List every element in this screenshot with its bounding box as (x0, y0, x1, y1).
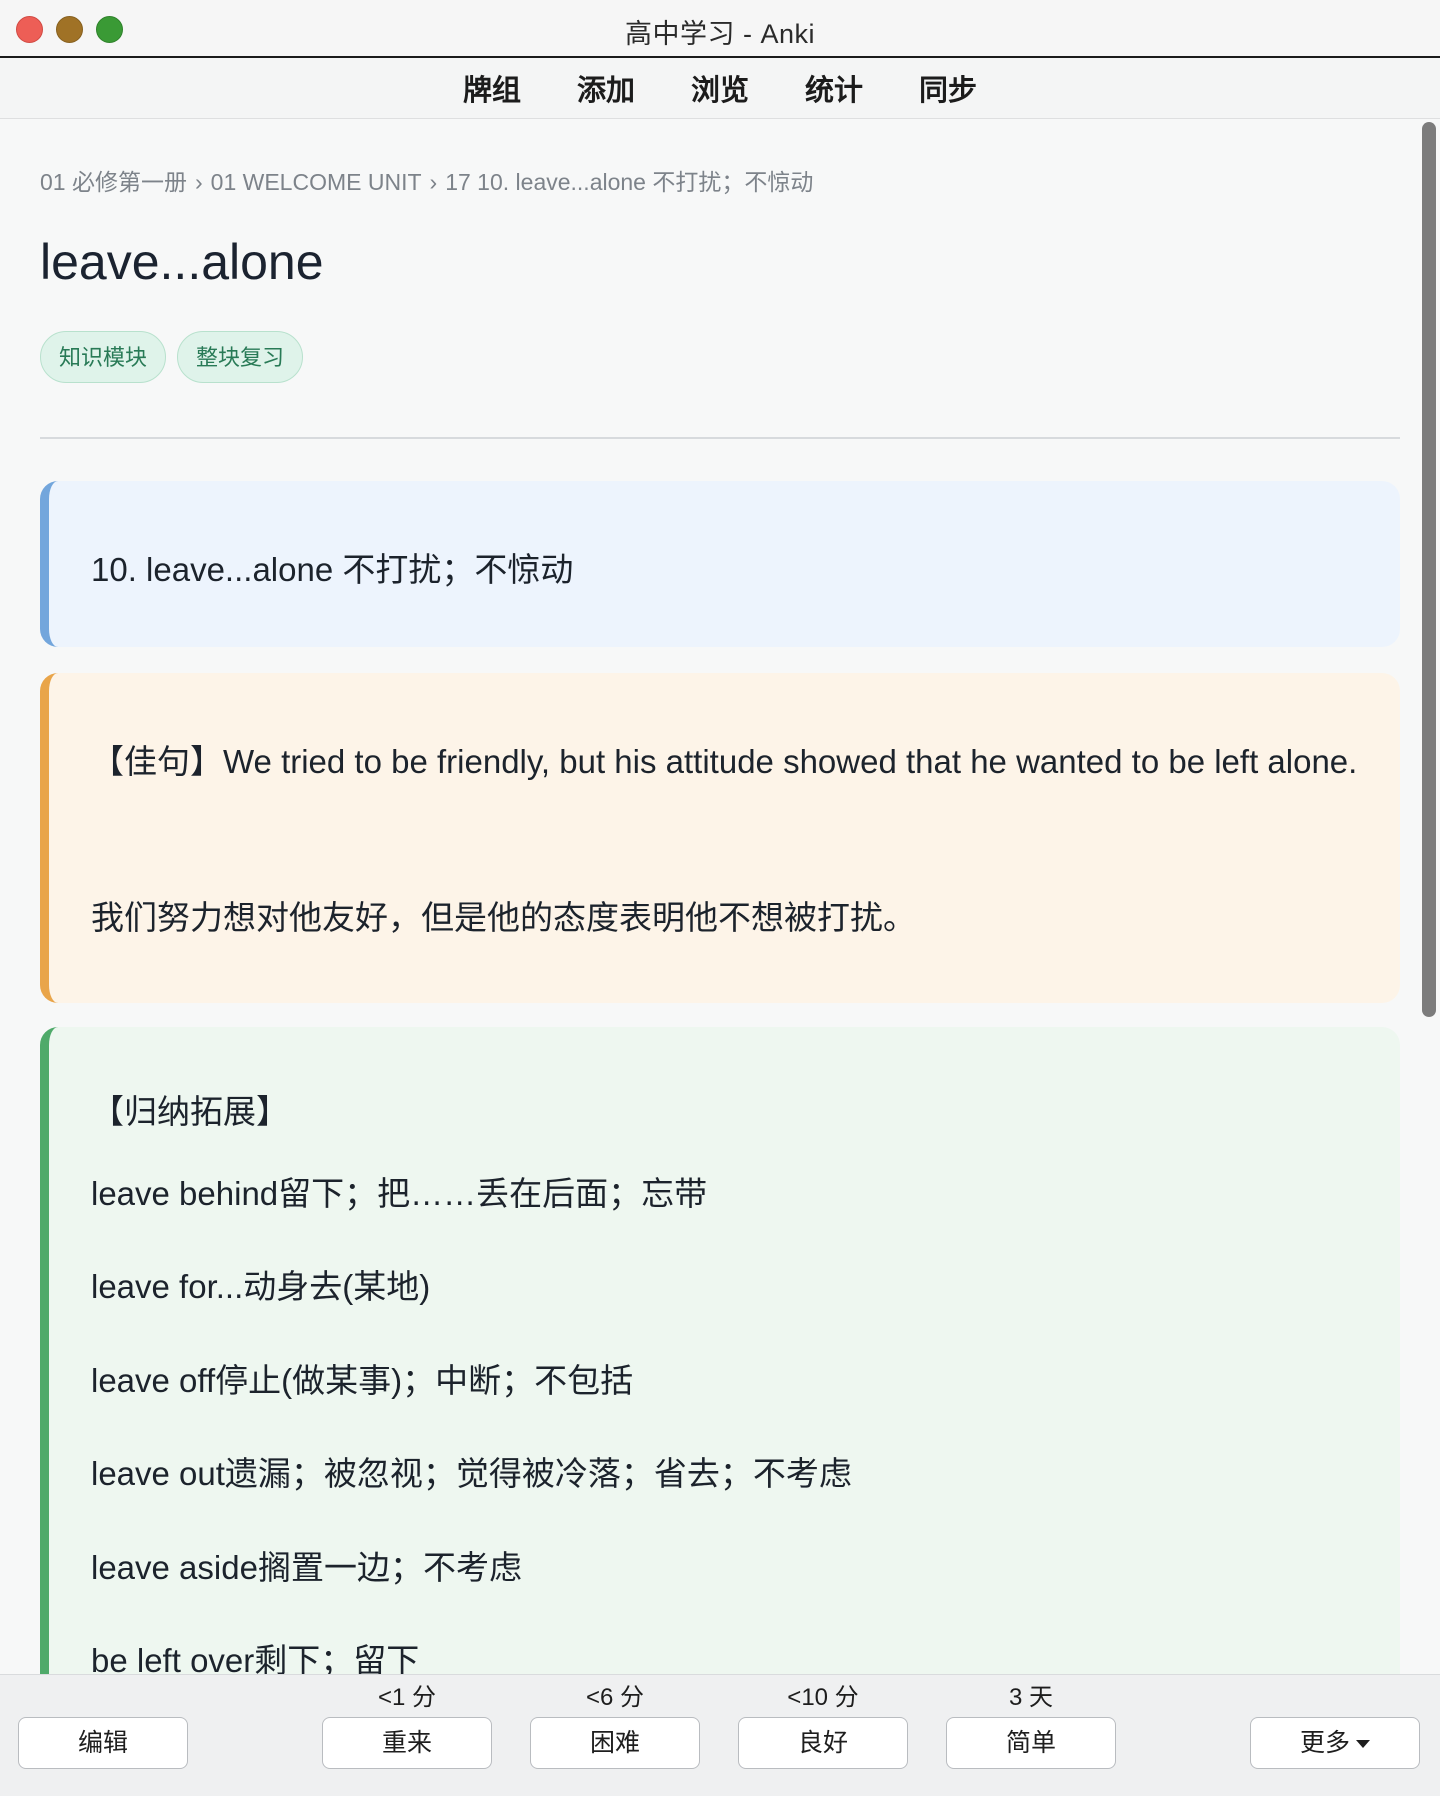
extension-item: leave behind留下；把……丢在后面；忘带 (91, 1175, 708, 1212)
easy-button[interactable]: 简单 (946, 1717, 1116, 1769)
answer-bar: 编辑 <1 分 重来 <6 分 困难 <10 分 良好 3 天 简单 更多 (0, 1674, 1440, 1796)
more-button[interactable]: 更多 (1250, 1717, 1420, 1769)
divider (40, 437, 1400, 439)
good-button[interactable]: 良好 (738, 1717, 908, 1769)
toolbar-browse[interactable]: 浏览 (663, 67, 777, 109)
card-title: leave...alone (40, 234, 324, 290)
title-bar: 高中学习 - Anki (0, 0, 1440, 58)
more-button-label: 更多 (1299, 1729, 1350, 1757)
anki-window: 高中学习 - Anki 牌组 添加 浏览 统计 同步 01 必修第一册 › 01 W… (0, 0, 1440, 1796)
tag-badge[interactable]: 知识模块 (40, 331, 167, 383)
breadcrumb-item: 17 10. leave...alone 不打扰；不惊动 (445, 169, 814, 195)
hard-interval: <6 分 (585, 1684, 645, 1711)
toolbar-decks[interactable]: 牌组 (435, 67, 549, 109)
breadcrumb: 01 必修第一册 › 01 WELCOME UNIT › 17 10. leave...… (40, 163, 813, 197)
breadcrumb-item: 01 必修第一册 (40, 169, 187, 195)
main-toolbar: 牌组 添加 浏览 统计 同步 (0, 58, 1440, 119)
extension-item: leave out遗漏；被忽视；觉得被冷落；省去；不考虑 (91, 1455, 852, 1492)
extension-item: leave off停止(做某事)；中断；不包括 (91, 1362, 634, 1399)
extension-item: be left over剩下；留下 (91, 1642, 420, 1674)
toolbar-stats[interactable]: 统计 (777, 67, 891, 109)
tag-list: 知识模块 整块复习 (40, 331, 304, 383)
example-sentence-en: 【佳句】We tried to be friendly, but his att… (91, 743, 1358, 780)
extension-item: leave for...动身去(某地) (91, 1268, 431, 1305)
scrollbar-thumb[interactable] (1422, 122, 1436, 1017)
easy-interval: 3 天 (1008, 1684, 1053, 1711)
extension-card: 【归纳拓展】 leave behind留下；把……丢在后面；忘带 leave f… (40, 1027, 1400, 1674)
toolbar-sync[interactable]: 同步 (891, 67, 1005, 109)
toolbar-add[interactable]: 添加 (549, 67, 663, 109)
extension-heading: 【归纳拓展】 (91, 1093, 289, 1130)
breadcrumb-separator: › (429, 169, 438, 195)
tag-badge[interactable]: 整块复习 (177, 331, 304, 383)
extension-item: leave aside搁置一边；不考虑 (91, 1549, 522, 1586)
window-title: 高中学习 - Anki (624, 19, 816, 49)
edit-button[interactable]: 编辑 (18, 1717, 188, 1769)
breadcrumb-separator: › (194, 169, 203, 195)
definition-text: 10. leave...alone 不打扰；不惊动 (91, 551, 574, 588)
chevron-down-icon (1356, 1740, 1370, 1749)
card-content: 01 必修第一册 › 01 WELCOME UNIT › 17 10. leave...… (0, 119, 1420, 1674)
definition-card: 10. leave...alone 不打扰；不惊动 (40, 481, 1400, 647)
good-interval: <10 分 (787, 1684, 859, 1711)
example-card: 【佳句】We tried to be friendly, but his att… (40, 673, 1400, 1003)
breadcrumb-item: 01 WELCOME UNIT (210, 169, 422, 195)
again-interval: <1 分 (377, 1684, 437, 1711)
hard-button[interactable]: 困难 (530, 1717, 700, 1769)
example-sentence-zh: 我们努力想对他友好，但是他的态度表明他不想被打扰。 (91, 899, 916, 936)
again-button[interactable]: 重来 (322, 1717, 492, 1769)
